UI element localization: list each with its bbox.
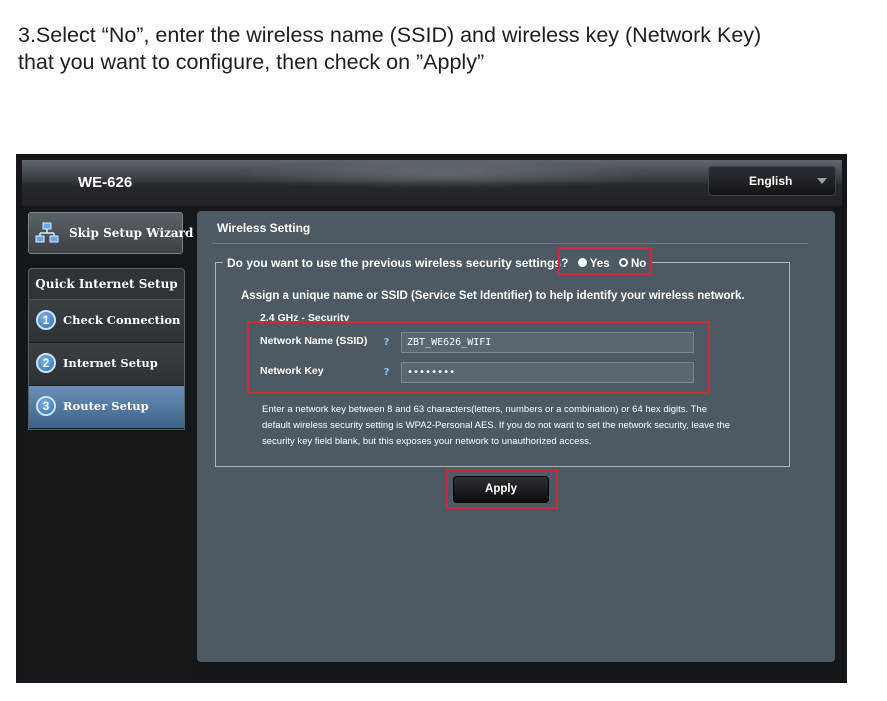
highlight-apply-box [446,469,558,509]
step-label: Check Connection [63,313,181,327]
instruction-line-1: 3.Select “No”, enter the wireless name (… [18,23,762,47]
step-label: Router Setup [63,399,149,413]
chevron-down-icon [817,178,827,184]
skip-setup-wizard-button[interactable]: Skip Setup Wizard [28,212,193,254]
note-line: default wireless security setting is WPA… [262,420,731,431]
note-line: Enter a network key between 8 and 63 cha… [262,404,707,415]
network-key-note: Enter a network key between 8 and 63 cha… [262,402,782,450]
language-select[interactable]: English [708,166,836,196]
instruction-line-2: that you want to configure, then check o… [18,50,485,74]
language-label: English [749,174,793,188]
title-divider [212,243,808,244]
question-label: Do you want to use the previous wireless… [227,256,569,270]
page-title: Wireless Setting [217,221,311,235]
step-router-setup[interactable]: 3 Router Setup [29,386,184,429]
step-number-icon: 1 [36,310,56,330]
quick-internet-setup-title: Quick Internet Setup [29,269,184,300]
model-name: WE-626 [78,174,133,191]
step-internet-setup[interactable]: 2 Internet Setup [29,343,184,386]
highlight-fields-box [247,321,710,394]
step-number-icon: 3 [36,396,56,416]
instruction-text: 3.Select “No”, enter the wireless name (… [18,22,858,76]
quick-internet-setup-menu: Quick Internet Setup 1 Check Connection … [28,268,185,430]
skip-setup-wizard-label: Skip Setup Wizard [69,226,194,240]
network-icon [35,222,59,243]
note-line: security key field blank, but this expos… [262,436,592,447]
assign-instruction: Assign a unique name or SSID (Service Se… [241,290,745,302]
highlight-radio-box [558,247,652,275]
step-check-connection[interactable]: 1 Check Connection [29,300,184,343]
step-number-icon: 2 [36,353,56,373]
step-label: Internet Setup [63,356,158,370]
